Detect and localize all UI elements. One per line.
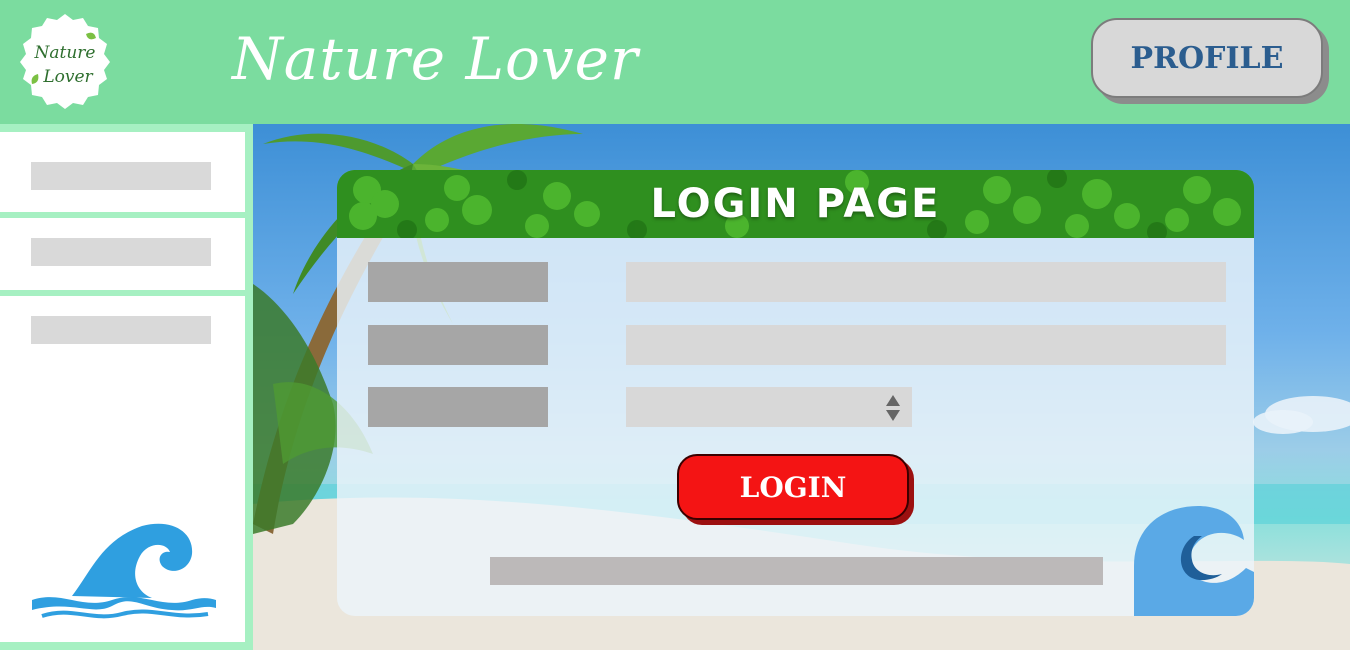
login-panel: LOGIN PAGE LOGIN [337, 170, 1254, 616]
login-button[interactable]: LOGIN [677, 454, 909, 520]
sidebar-item-label [31, 316, 211, 344]
sidebar-item-label [31, 162, 211, 190]
select-arrows-icon[interactable] [884, 393, 902, 423]
footer-text [490, 557, 1103, 585]
input-field-1[interactable] [626, 262, 1226, 302]
profile-button[interactable]: PROFILE [1091, 18, 1323, 98]
wave-icon [1134, 506, 1254, 616]
sidebar-item-2[interactable] [0, 218, 245, 290]
logo-text-lover: Lover [42, 67, 93, 87]
top-header: Nature Lover Nature Lover PROFILE [0, 0, 1350, 124]
login-title: LOGIN PAGE [650, 181, 941, 227]
logo-text-nature: Nature [34, 43, 96, 63]
sidebar-item-label [31, 238, 211, 266]
field-label-3 [368, 387, 548, 427]
select-field[interactable] [626, 387, 912, 427]
nature-lover-logo[interactable]: Nature Lover [16, 12, 114, 110]
field-label-1 [368, 262, 548, 302]
input-field-2[interactable] [626, 325, 1226, 365]
field-label-2 [368, 325, 548, 365]
app-title: Nature Lover [232, 25, 639, 93]
login-header: LOGIN PAGE [337, 170, 1254, 238]
ocean-wave-icon [32, 520, 216, 622]
sidebar-item-1[interactable] [0, 132, 245, 212]
